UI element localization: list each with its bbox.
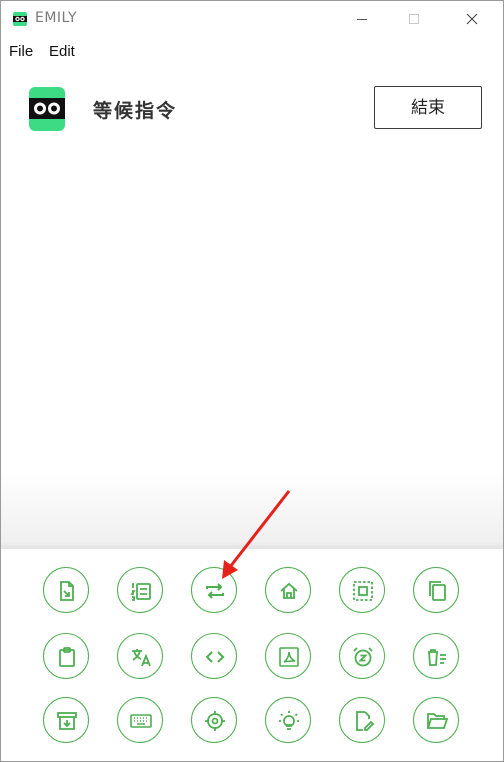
status-text: 等候指令 (93, 100, 178, 122)
tool-button-clipboard[interactable] (43, 633, 89, 679)
tool-button-repeat[interactable] (191, 567, 237, 613)
close-icon (466, 13, 478, 25)
tool-button-home[interactable] (265, 567, 311, 613)
tool-button-crosshair[interactable] (191, 697, 237, 743)
app-window: EMILY File Edit 等候指令 結束 (0, 0, 504, 762)
tool-button-numbered-list[interactable] (117, 567, 163, 613)
tool-button-file-import[interactable] (43, 567, 89, 613)
maximize-button[interactable] (391, 1, 437, 37)
tool-button-lightbulb[interactable] (265, 697, 311, 743)
menu-file[interactable]: File (9, 43, 33, 60)
tool-button-pdf[interactable] (265, 633, 311, 679)
tool-button-code[interactable] (191, 633, 237, 679)
copy-icon (429, 581, 446, 601)
list-numbered-icon (130, 583, 151, 601)
pdf-icon (279, 647, 299, 667)
translate-icon (132, 649, 151, 667)
menu-edit[interactable]: Edit (49, 43, 75, 60)
snooze-alarm-icon (353, 647, 373, 667)
archive-download-icon (57, 712, 77, 730)
file-import-icon (60, 581, 74, 601)
tool-button-edit-file[interactable] (339, 697, 385, 743)
repeat-icon (206, 583, 224, 599)
tool-button-translate[interactable] (117, 633, 163, 679)
home-icon (280, 582, 298, 599)
tool-button-delete-list[interactable] (413, 633, 459, 679)
end-button[interactable]: 結束 (374, 86, 482, 129)
app-logo-icon (13, 12, 27, 26)
edit-file-icon (356, 711, 375, 731)
minimize-icon (357, 19, 367, 20)
keyboard-icon (130, 714, 152, 728)
tool-button-archive[interactable] (43, 697, 89, 743)
tool-button-copy[interactable] (413, 567, 459, 613)
emily-logo-icon (29, 87, 65, 131)
tool-button-snooze[interactable] (339, 633, 385, 679)
delete-list-icon (428, 649, 446, 666)
clipboard-icon (59, 647, 75, 667)
window-title: EMILY (35, 10, 78, 26)
code-icon (205, 651, 225, 663)
lightbulb-icon (279, 711, 299, 730)
select-all-icon (353, 581, 373, 601)
title-bar[interactable]: EMILY (1, 1, 503, 37)
tool-panel (1, 548, 503, 761)
maximize-icon (409, 14, 419, 24)
folder-open-icon (426, 713, 449, 729)
panel-fade (1, 471, 503, 549)
crosshair-icon (205, 711, 225, 731)
tool-button-keyboard[interactable] (117, 697, 163, 743)
tool-button-open-folder[interactable] (413, 697, 459, 743)
close-button[interactable] (449, 1, 495, 37)
tool-button-select-all[interactable] (339, 567, 385, 613)
minimize-button[interactable] (339, 1, 385, 37)
